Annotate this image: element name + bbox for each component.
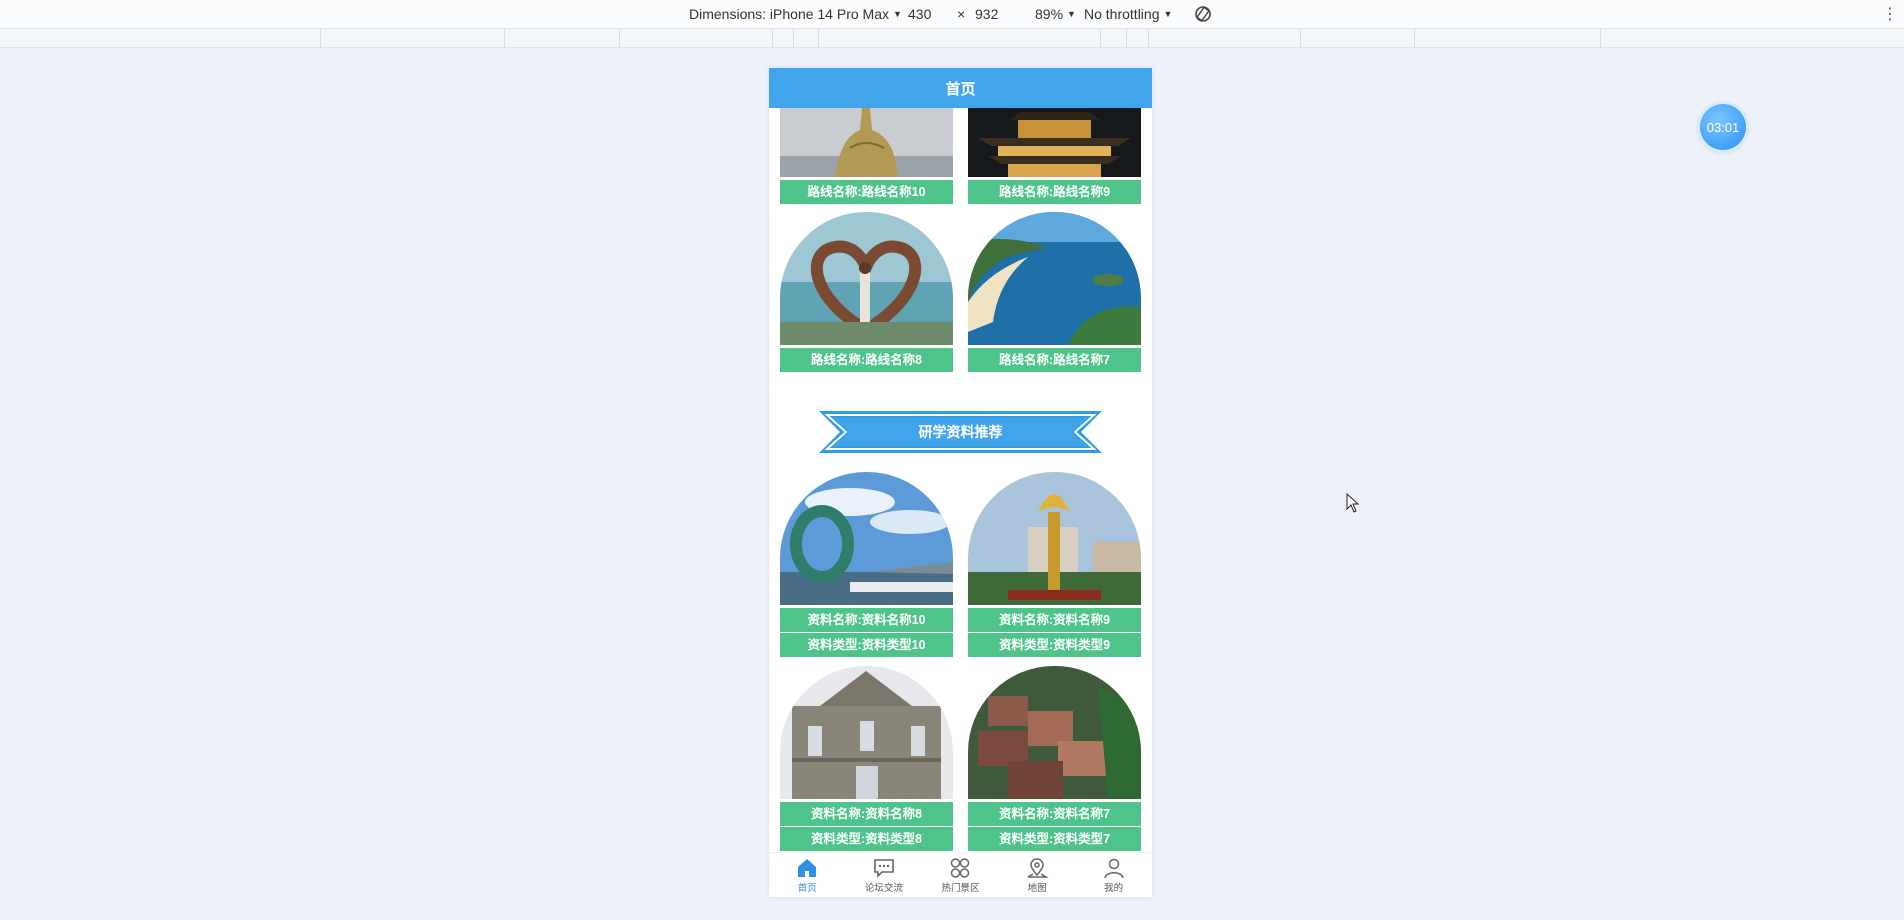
route-image [968, 212, 1141, 345]
throttling-label: No throttling [1084, 6, 1160, 22]
tab-label: 我的 [1104, 883, 1124, 894]
section-banner: 研学资料推荐 [819, 410, 1102, 454]
coast-image [968, 212, 1141, 345]
route-name-label: 路线名称:路线名称8 [780, 348, 953, 372]
tab-home[interactable]: 首页 [769, 853, 846, 897]
section-title: 研学资料推荐 [918, 424, 1003, 440]
ruins-facade-image [780, 666, 953, 799]
route-card[interactable]: 路线名称:路线名称9 [968, 108, 1141, 204]
tab-label: 首页 [797, 883, 817, 894]
caret-down-icon: ▼ [893, 9, 902, 19]
page-title: 首页 [945, 80, 976, 98]
height-input[interactable]: 932 [975, 6, 998, 22]
statue-image [780, 108, 953, 177]
timer-bubble[interactable]: 03:01 [1700, 104, 1746, 150]
material-image [780, 472, 953, 605]
ruler-tick [619, 29, 620, 47]
tower-image [968, 108, 1141, 177]
tab-map[interactable]: 地图 [999, 853, 1076, 897]
device-select-label: Dimensions: iPhone 14 Pro Max [689, 6, 889, 22]
tab-forum[interactable]: 论坛交流 [846, 853, 923, 897]
material-image [968, 472, 1141, 605]
material-card[interactable]: 资料名称:资料名称9 资料类型:资料类型9 [968, 472, 1141, 657]
ruler-tick [818, 29, 819, 47]
map-pin-icon [1027, 858, 1049, 878]
ruler-tick [1414, 29, 1415, 47]
route-name-label: 路线名称:路线名称10 [780, 180, 953, 204]
caret-down-icon: ▼ [1163, 9, 1173, 19]
route-name-label: 路线名称:路线名称9 [968, 180, 1141, 204]
material-name-label: 资料名称:资料名称9 [968, 608, 1141, 632]
ring-sculpture-image [780, 472, 953, 605]
grid-icon [951, 858, 970, 878]
tab-label: 地图 [1027, 883, 1047, 894]
media-query-ruler [0, 29, 1904, 48]
route-card[interactable]: 路线名称:路线名称8 [780, 212, 953, 372]
user-icon [1103, 858, 1124, 879]
zoom-label: 89% [1035, 6, 1064, 22]
bottom-tab-bar: 首页 论坛交流 热门景区 地图 我的 [769, 852, 1152, 897]
material-name-label: 资料名称:资料名称7 [968, 802, 1141, 826]
device-select[interactable]: Dimensions: iPhone 14 Pro Max ▼ [689, 6, 902, 22]
rotate-icon[interactable] [1192, 3, 1214, 25]
ruler-tick [320, 29, 321, 47]
heart-frame-image [780, 212, 953, 345]
ruler-tick [772, 29, 773, 47]
tab-hot-spots[interactable]: 热门景区 [922, 853, 999, 897]
devtools-device-toolbar: Dimensions: iPhone 14 Pro Max ▼ 430 × 932… [0, 0, 1904, 29]
throttling-select[interactable]: No throttling ▼ [1084, 6, 1172, 22]
golden-lotus-image [968, 472, 1141, 605]
page-header: 首页 [769, 68, 1152, 108]
hillside-village-image [968, 666, 1141, 799]
mouse-cursor-icon [1346, 493, 1360, 513]
material-type-label: 资料类型:资料类型9 [968, 633, 1141, 657]
ruler-tick [1100, 29, 1101, 47]
ruler-tick [1126, 29, 1127, 47]
tab-mine[interactable]: 我的 [1075, 853, 1152, 897]
ruler-tick [1600, 29, 1601, 47]
content-scroll[interactable]: 路线名称:路线名称10 路线名称:路线名称9 路线名称:路线名称8 路线名称:路… [769, 108, 1152, 852]
mobile-viewport: 首页 路线名称:路线名称10 路线名称:路线名称9 路线名称:路线名称8 路线名… [769, 68, 1152, 897]
material-type-label: 资料类型:资料类型7 [968, 827, 1141, 851]
caret-down-icon: ▼ [1067, 9, 1076, 19]
material-card[interactable]: 资料名称:资料名称8 资料类型:资料类型8 [780, 666, 953, 851]
material-name-label: 资料名称:资料名称8 [780, 802, 953, 826]
route-image [968, 108, 1141, 177]
route-card[interactable]: 路线名称:路线名称10 [780, 108, 953, 204]
times-sign: × [957, 6, 966, 22]
ruler-tick [504, 29, 505, 47]
ruler-tick [1300, 29, 1301, 47]
tab-label: 热门景区 [941, 883, 980, 894]
width-input[interactable]: 430 [908, 6, 931, 22]
route-card[interactable]: 路线名称:路线名称7 [968, 212, 1141, 372]
material-card[interactable]: 资料名称:资料名称10 资料类型:资料类型10 [780, 472, 953, 657]
route-image [780, 108, 953, 177]
material-image [968, 666, 1141, 799]
route-image [780, 212, 953, 345]
material-name-label: 资料名称:资料名称10 [780, 608, 953, 632]
ruler-tick [793, 29, 794, 47]
ruler-tick [1148, 29, 1149, 47]
material-image [780, 666, 953, 799]
chat-icon [874, 859, 894, 878]
route-name-label: 路线名称:路线名称7 [968, 348, 1141, 372]
material-card[interactable]: 资料名称:资料名称7 资料类型:资料类型7 [968, 666, 1141, 851]
material-type-label: 资料类型:资料类型8 [780, 827, 953, 851]
zoom-select[interactable]: 89% ▼ [1035, 6, 1076, 22]
more-options-icon[interactable]: ⋮ [1882, 4, 1898, 24]
tab-label: 论坛交流 [864, 883, 903, 894]
material-type-label: 资料类型:资料类型10 [780, 633, 953, 657]
home-icon [798, 859, 817, 877]
